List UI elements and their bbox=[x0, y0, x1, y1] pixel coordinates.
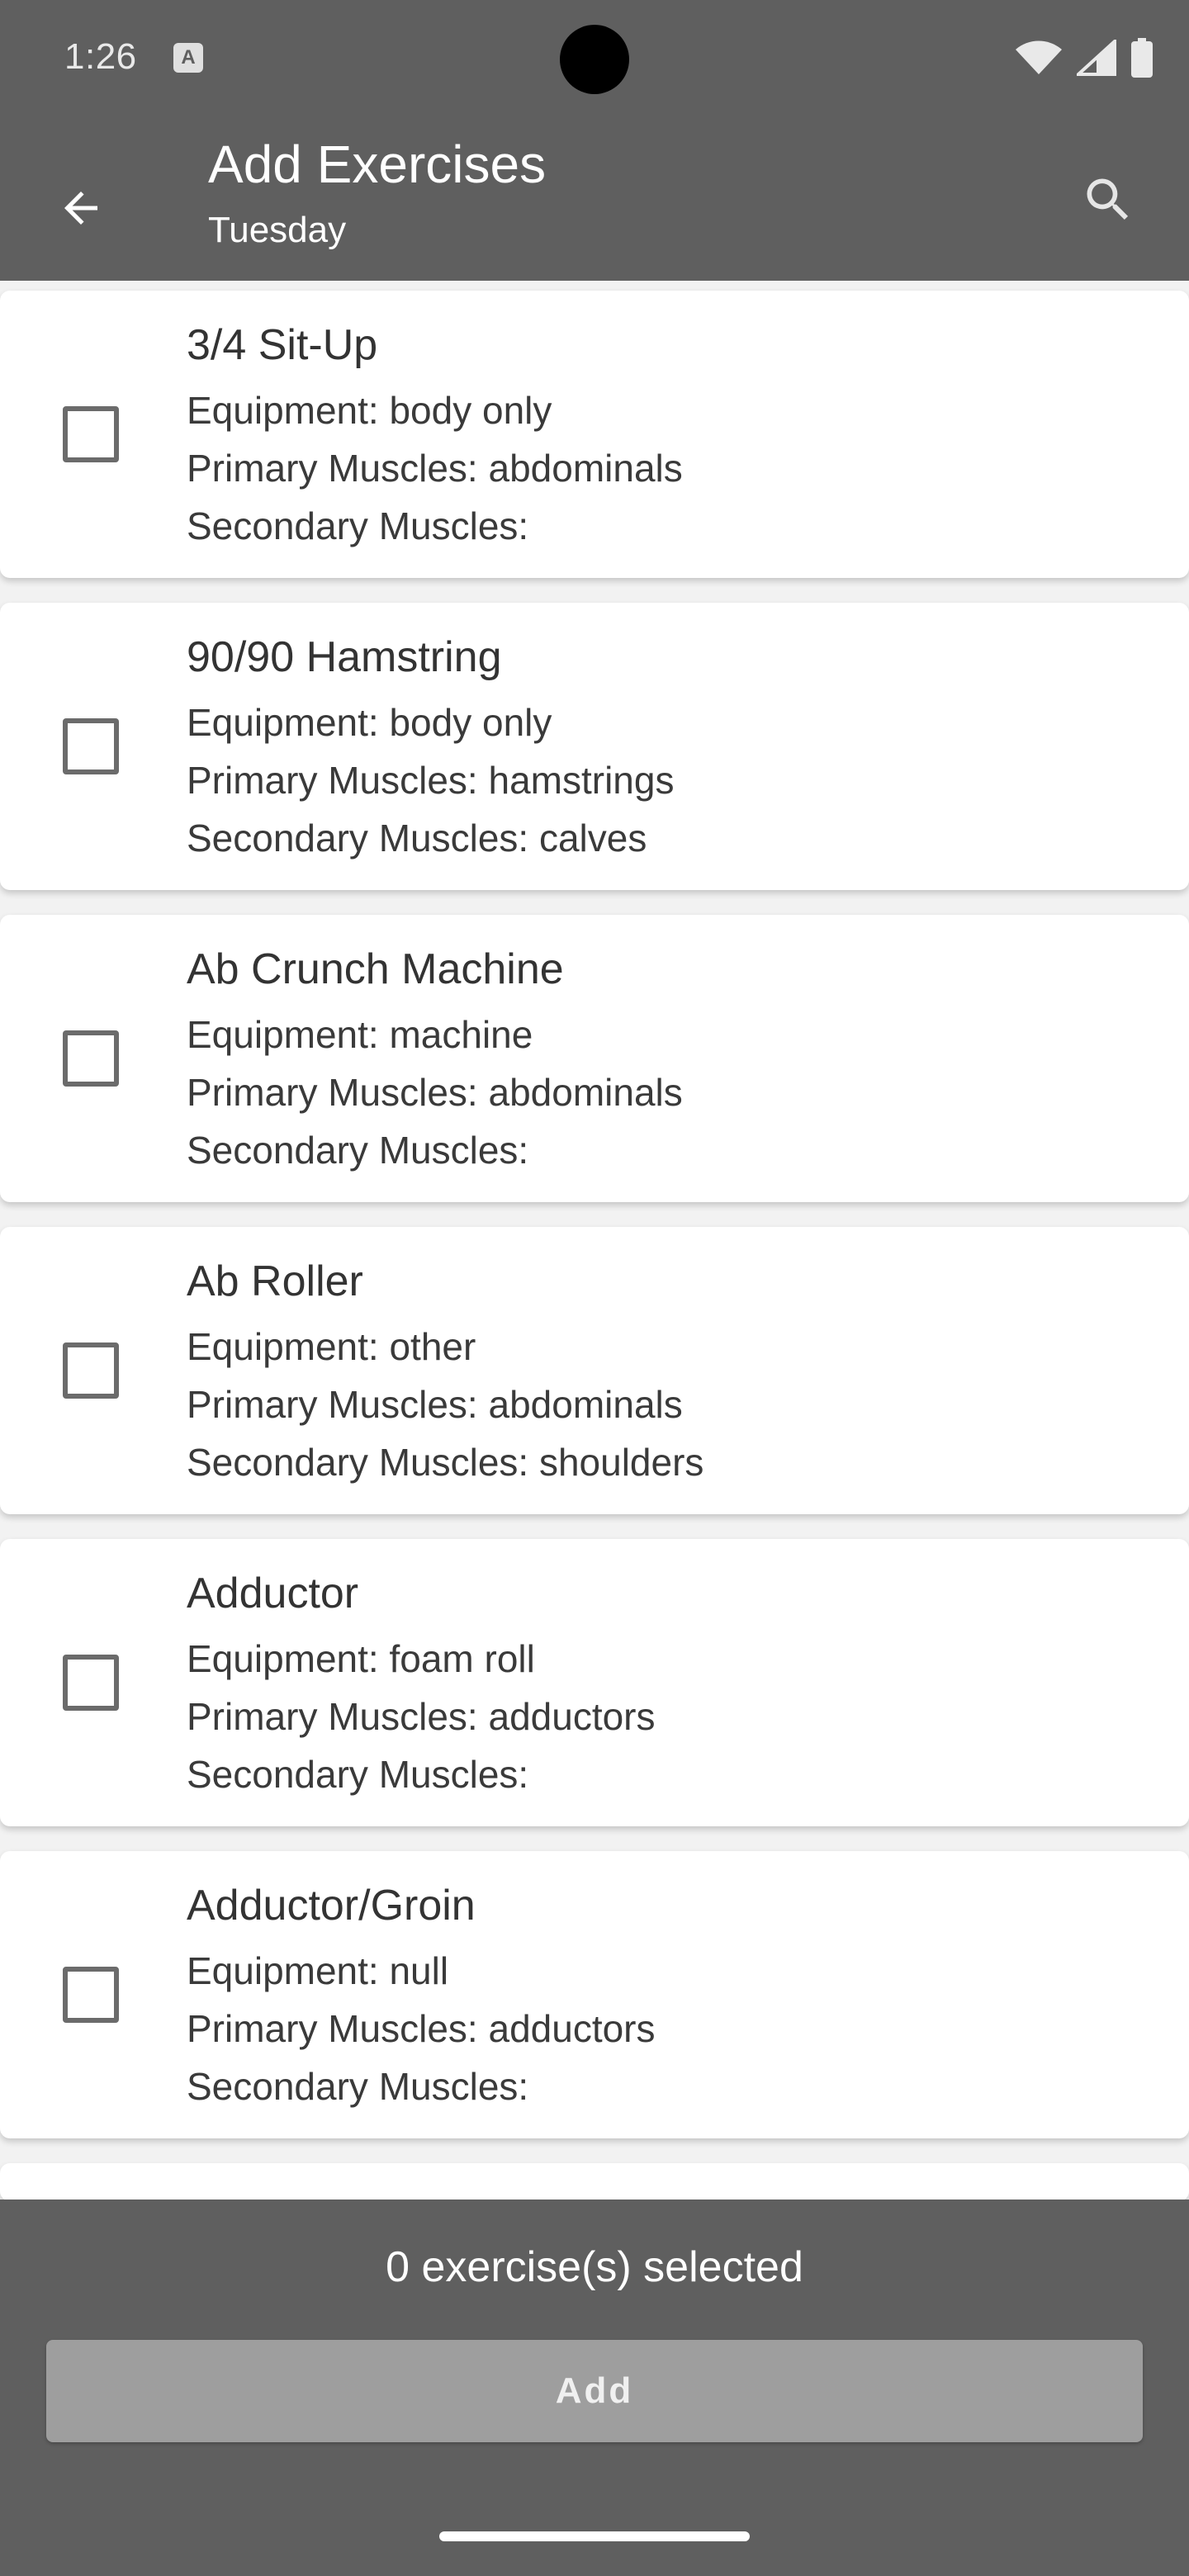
exercise-info: Adductor Equipment: foam roll Primary Mu… bbox=[187, 1569, 656, 1803]
exercise-card[interactable]: Ab Roller Equipment: other Primary Muscl… bbox=[0, 1227, 1189, 1514]
notification-a-icon: A bbox=[173, 43, 203, 73]
exercise-info: 3/4 Sit-Up Equipment: body only Primary … bbox=[187, 320, 683, 555]
exercise-card[interactable]: Adductor Equipment: foam roll Primary Mu… bbox=[0, 1539, 1189, 1826]
exercise-secondary-muscles: Secondary Muscles: bbox=[187, 504, 529, 547]
exercise-info: Adductor/Groin Equipment: null Primary M… bbox=[187, 1881, 656, 2115]
search-button[interactable] bbox=[1068, 160, 1148, 239]
status-time: 1:26 bbox=[64, 36, 137, 77]
exercise-card[interactable]: Adductor/Groin Equipment: null Primary M… bbox=[0, 1851, 1189, 2138]
exercise-checkbox[interactable] bbox=[63, 1967, 119, 2023]
exercise-card[interactable]: Ab Crunch Machine Equipment: machine Pri… bbox=[0, 915, 1189, 1202]
exercise-equipment: Equipment: null bbox=[187, 1949, 449, 1992]
exercise-name: Adductor bbox=[187, 1570, 359, 1617]
battery-icon bbox=[1131, 38, 1153, 78]
home-indicator[interactable] bbox=[439, 2531, 750, 2541]
exercise-checkbox[interactable] bbox=[63, 1655, 119, 1711]
exercise-name: 90/90 Hamstring bbox=[187, 633, 502, 681]
status-icons bbox=[1016, 36, 1153, 79]
signal-icon bbox=[1077, 40, 1116, 76]
exercise-equipment: Equipment: machine bbox=[187, 1013, 533, 1056]
exercise-secondary-muscles: Secondary Muscles: calves bbox=[187, 817, 647, 859]
exercise-info: 90/90 Hamstring Equipment: body only Pri… bbox=[187, 632, 674, 867]
status-bar: 1:26 A bbox=[0, 0, 1189, 119]
exercise-name: 3/4 Sit-Up bbox=[187, 321, 378, 369]
back-arrow-icon bbox=[64, 192, 97, 225]
exercise-info: Ab Roller Equipment: other Primary Muscl… bbox=[187, 1257, 703, 1491]
exercise-card[interactable]: 90/90 Hamstring Equipment: body only Pri… bbox=[0, 603, 1189, 890]
search-icon bbox=[1087, 178, 1129, 220]
exercise-equipment: Equipment: body only bbox=[187, 701, 552, 744]
exercise-secondary-muscles: Secondary Muscles: bbox=[187, 1753, 529, 1796]
exercise-name: Adductor/Groin bbox=[187, 1882, 476, 1930]
exercise-secondary-muscles: Secondary Muscles: bbox=[187, 1129, 529, 1172]
camera-cutout bbox=[560, 25, 629, 94]
exercise-primary-muscles: Primary Muscles: abdominals bbox=[187, 1383, 683, 1426]
exercise-equipment: Equipment: other bbox=[187, 1325, 476, 1368]
exercise-info: Ab Crunch Machine Equipment: machine Pri… bbox=[187, 945, 683, 1179]
exercise-checkbox[interactable] bbox=[63, 1030, 119, 1087]
exercise-card-partial[interactable] bbox=[0, 2163, 1189, 2201]
bottom-panel: 0 exercise(s) selected Add bbox=[0, 2200, 1189, 2576]
exercise-secondary-muscles: Secondary Muscles: shoulders bbox=[187, 1441, 704, 1484]
exercise-checkbox[interactable] bbox=[63, 406, 119, 462]
wifi-icon bbox=[1016, 40, 1062, 74]
exercise-checkbox[interactable] bbox=[63, 718, 119, 774]
exercise-name: Ab Crunch Machine bbox=[187, 945, 564, 993]
exercise-equipment: Equipment: foam roll bbox=[187, 1637, 535, 1680]
exercise-primary-muscles: Primary Muscles: hamstrings bbox=[187, 759, 675, 802]
selected-count: 0 exercise(s) selected bbox=[386, 2243, 803, 2291]
back-button[interactable] bbox=[41, 168, 121, 248]
exercise-name: Ab Roller bbox=[187, 1257, 363, 1305]
page-subtitle: Tuesday bbox=[208, 210, 347, 250]
app-bar: Add Exercises Tuesday bbox=[0, 119, 1189, 281]
page-title: Add Exercises bbox=[208, 135, 547, 194]
exercise-secondary-muscles: Secondary Muscles: bbox=[187, 2065, 529, 2108]
exercise-list: 3/4 Sit-Up Equipment: body only Primary … bbox=[0, 291, 1189, 2163]
exercise-equipment: Equipment: body only bbox=[187, 389, 552, 432]
exercise-primary-muscles: Primary Muscles: adductors bbox=[187, 2007, 656, 2050]
add-button[interactable]: Add bbox=[46, 2340, 1143, 2442]
exercise-primary-muscles: Primary Muscles: abdominals bbox=[187, 447, 683, 490]
exercise-primary-muscles: Primary Muscles: adductors bbox=[187, 1695, 656, 1738]
exercise-primary-muscles: Primary Muscles: abdominals bbox=[187, 1071, 683, 1114]
exercise-card[interactable]: 3/4 Sit-Up Equipment: body only Primary … bbox=[0, 291, 1189, 578]
exercise-checkbox[interactable] bbox=[63, 1342, 119, 1399]
